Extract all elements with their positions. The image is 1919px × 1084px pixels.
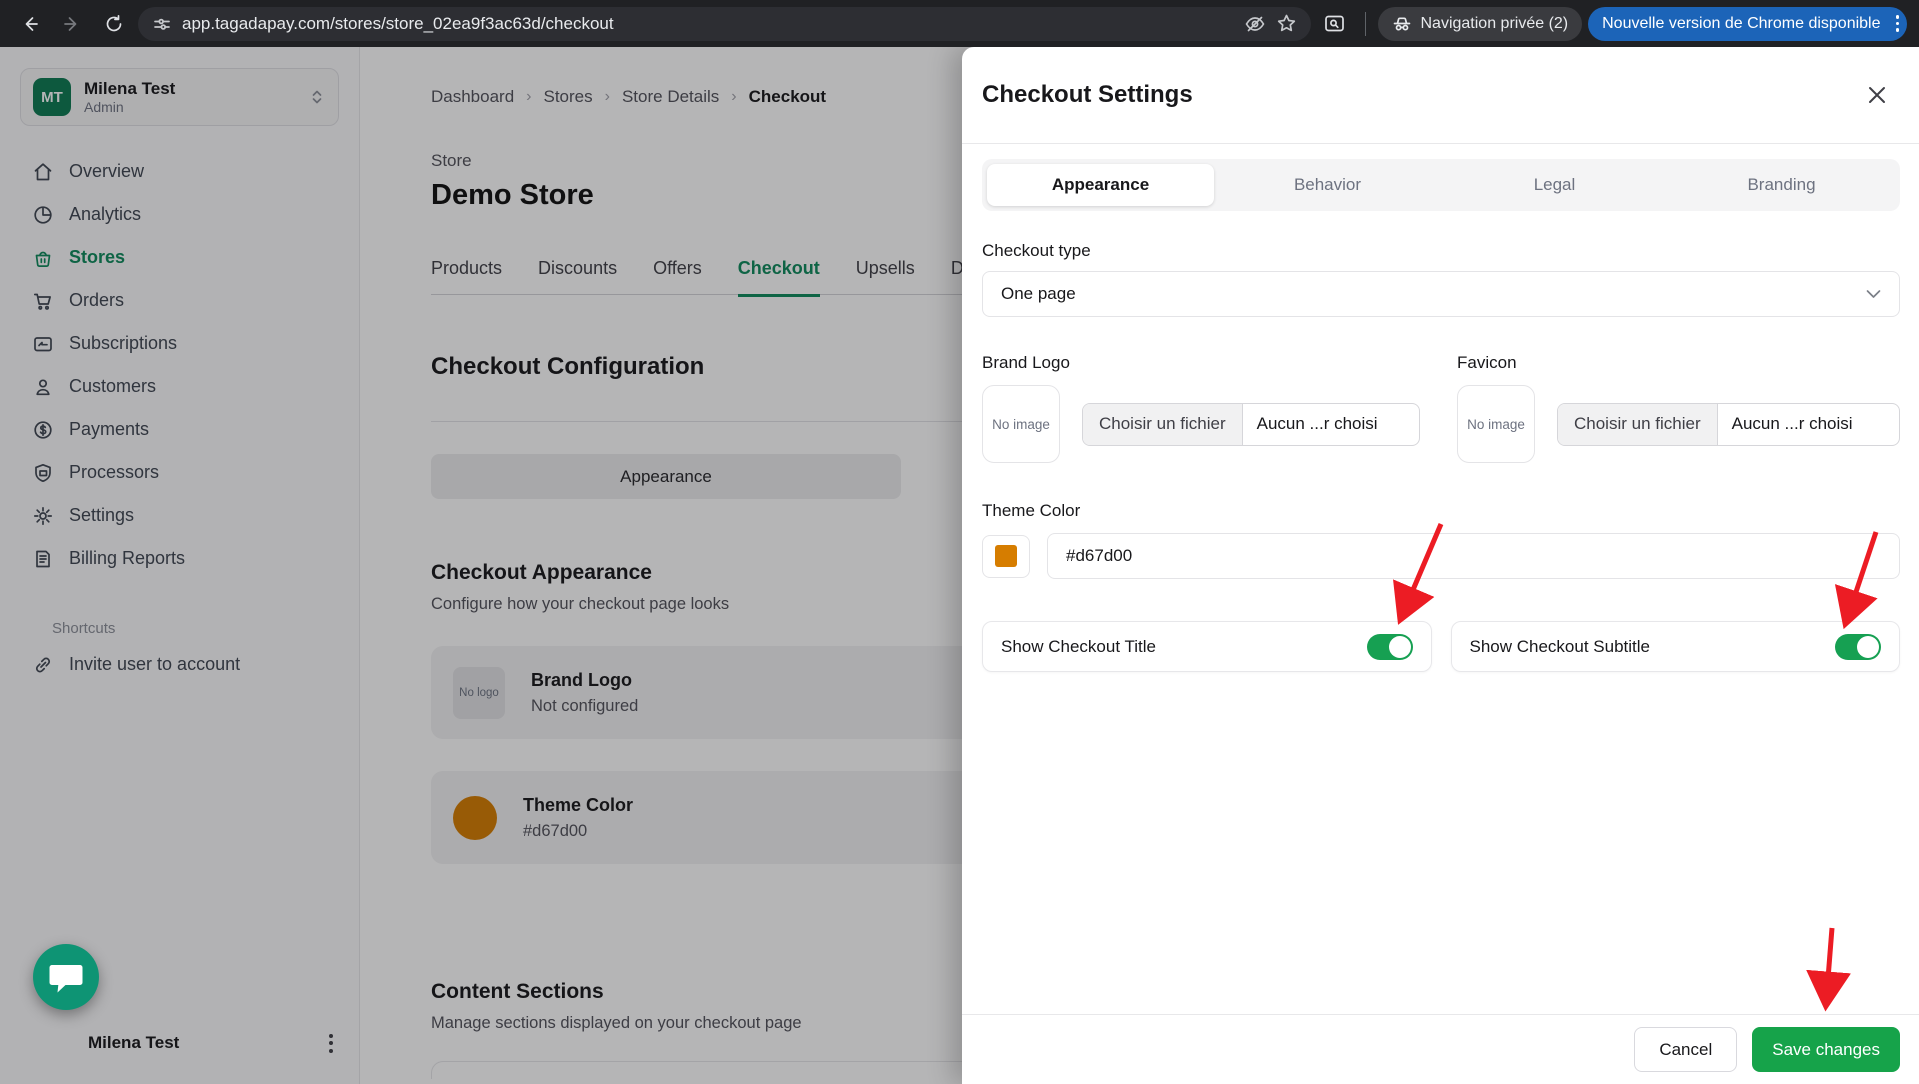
bookmark-star-icon[interactable] <box>1276 13 1297 34</box>
browser-toolbar: app.tagadapay.com/stores/store_02ea9f3ac… <box>0 0 1919 47</box>
favicon-label: Favicon <box>1457 353 1900 373</box>
chat-bubble-icon <box>49 961 83 993</box>
file-chosen-text: Aucun ...r choisi <box>1718 404 1867 445</box>
reload-button[interactable] <box>96 6 132 42</box>
checkout-type-value: One page <box>1001 284 1076 304</box>
favicon-preview: No image <box>1457 385 1535 463</box>
show-checkout-subtitle-toggle[interactable] <box>1835 634 1881 660</box>
theme-color-label: Theme Color <box>982 501 1900 521</box>
back-button[interactable] <box>12 6 48 42</box>
checkout-type-select[interactable]: One page <box>982 271 1900 317</box>
tab-appearance[interactable]: Appearance <box>987 164 1214 206</box>
checkout-type-label: Checkout type <box>982 241 1900 261</box>
tab-search-icon[interactable] <box>1317 6 1353 42</box>
choose-file-button[interactable]: Choisir un fichier <box>1558 404 1718 445</box>
brand-logo-label: Brand Logo <box>982 353 1420 373</box>
show-checkout-subtitle-row: Show Checkout Subtitle <box>1451 621 1901 672</box>
color-swatch <box>995 545 1017 567</box>
tab-branding[interactable]: Branding <box>1668 164 1895 206</box>
toggle-label: Show Checkout Title <box>1001 637 1156 657</box>
drawer-title: Checkout Settings <box>982 81 1193 109</box>
show-checkout-title-toggle[interactable] <box>1367 634 1413 660</box>
toolbar-separator <box>1365 12 1366 36</box>
show-checkout-title-row: Show Checkout Title <box>982 621 1432 672</box>
tab-legal[interactable]: Legal <box>1441 164 1668 206</box>
choose-file-button[interactable]: Choisir un fichier <box>1083 404 1243 445</box>
chat-widget-button[interactable] <box>33 944 99 1010</box>
chevron-down-icon <box>1866 289 1881 299</box>
chrome-update-label: Nouvelle version de Chrome disponible <box>1602 15 1880 33</box>
favicon-file-input[interactable]: Choisir un fichier Aucun ...r choisi <box>1557 403 1900 446</box>
toggle-label: Show Checkout Subtitle <box>1470 637 1651 657</box>
address-bar[interactable]: app.tagadapay.com/stores/store_02ea9f3ac… <box>138 7 1311 41</box>
theme-color-input[interactable]: #d67d00 <box>1047 533 1900 579</box>
settings-tabs: Appearance Behavior Legal Branding <box>982 159 1900 211</box>
drawer-header: Checkout Settings <box>962 47 1919 144</box>
checkout-settings-drawer: Checkout Settings Appearance Behavior Le… <box>962 47 1919 1084</box>
close-icon <box>1867 85 1887 105</box>
color-picker-button[interactable] <box>982 535 1030 578</box>
save-changes-button[interactable]: Save changes <box>1752 1027 1900 1072</box>
incognito-label: Navigation privée (2) <box>1421 15 1569 33</box>
site-settings-icon[interactable] <box>152 14 172 34</box>
incognito-badge[interactable]: Navigation privée (2) <box>1378 7 1583 41</box>
browser-menu-icon[interactable] <box>1896 15 1900 32</box>
incognito-icon <box>1392 14 1412 34</box>
file-chosen-text: Aucun ...r choisi <box>1243 404 1392 445</box>
drawer-body: Appearance Behavior Legal Branding Check… <box>962 144 1919 672</box>
cancel-button[interactable]: Cancel <box>1634 1027 1737 1072</box>
close-button[interactable] <box>1861 79 1893 111</box>
tab-behavior[interactable]: Behavior <box>1214 164 1441 206</box>
brand-logo-preview: No image <box>982 385 1060 463</box>
chrome-update-button[interactable]: Nouvelle version de Chrome disponible <box>1588 7 1907 41</box>
eye-off-icon[interactable] <box>1244 13 1266 35</box>
url-text[interactable]: app.tagadapay.com/stores/store_02ea9f3ac… <box>182 14 1234 34</box>
drawer-footer: Cancel Save changes <box>962 1014 1919 1084</box>
forward-button[interactable] <box>54 6 90 42</box>
brand-logo-file-input[interactable]: Choisir un fichier Aucun ...r choisi <box>1082 403 1420 446</box>
